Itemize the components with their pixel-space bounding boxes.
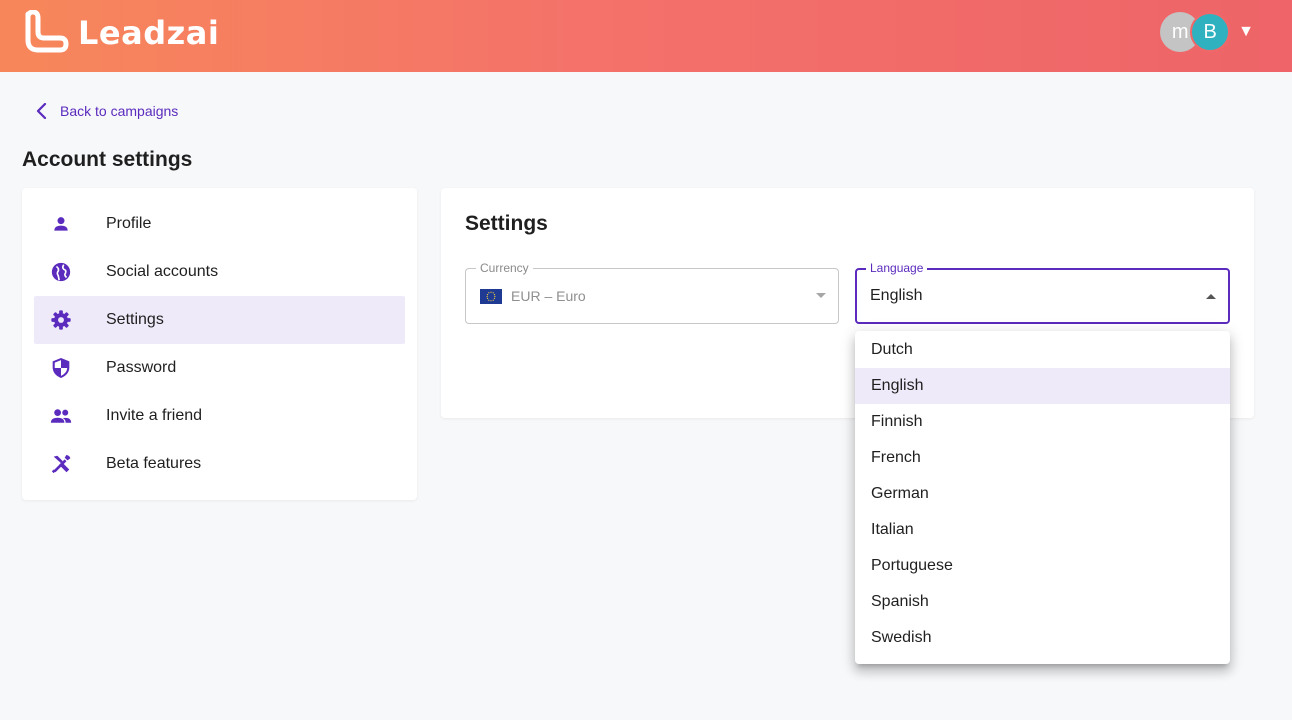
sidebar-item-profile[interactable]: Profile (34, 200, 405, 248)
brand-name: Leadzai (78, 14, 220, 52)
leadzai-logo-icon (25, 10, 69, 53)
sidebar-item-label: Settings (106, 311, 164, 328)
language-option-spanish[interactable]: Spanish (855, 584, 1230, 620)
language-label: Language (866, 261, 928, 275)
eu-flag-icon (480, 288, 502, 304)
language-option-swedish[interactable]: Swedish (855, 620, 1230, 656)
language-option-english[interactable]: English (855, 368, 1230, 404)
people-icon (50, 405, 72, 427)
language-select[interactable]: Language English (855, 261, 1230, 324)
sidebar-item-invite[interactable]: Invite a friend (34, 392, 405, 440)
dropdown-arrow-icon (816, 293, 826, 298)
back-to-campaigns-link[interactable]: Back to campaigns (36, 103, 178, 119)
language-option-finnish[interactable]: Finnish (855, 404, 1230, 440)
sidebar-item-settings[interactable]: Settings (34, 296, 405, 344)
language-value: English (870, 287, 923, 304)
user-menu[interactable]: m B ▼ (1160, 12, 1254, 52)
language-option-portuguese[interactable]: Portuguese (855, 548, 1230, 584)
language-option-dutch[interactable]: Dutch (855, 332, 1230, 368)
settings-title: Settings (465, 212, 548, 235)
caret-down-icon[interactable]: ▼ (1238, 23, 1254, 41)
page-title: Account settings (22, 148, 193, 171)
globe-icon (50, 261, 72, 283)
app-header: Leadzai m B ▼ (0, 0, 1292, 72)
brand-logo[interactable]: Leadzai (22, 10, 219, 56)
sidebar-item-label: Password (106, 359, 177, 376)
sidebar-item-label: Beta features (106, 455, 202, 472)
person-icon (50, 213, 72, 235)
gear-icon (50, 309, 72, 331)
sidebar-item-social-accounts[interactable]: Social accounts (34, 248, 405, 296)
sidebar-item-label: Invite a friend (106, 407, 203, 424)
dropdown-arrow-up-icon[interactable] (1206, 293, 1216, 299)
currency-label: Currency (476, 261, 533, 275)
language-dropdown-menu: Dutch English Finnish French German Ital… (855, 331, 1230, 664)
sidebar-item-beta-features[interactable]: Beta features (34, 440, 405, 488)
shield-icon (50, 357, 72, 379)
currency-select[interactable]: Currency EUR – Euro (465, 261, 839, 324)
avatar-primary[interactable]: B (1190, 12, 1231, 52)
back-link-label: Back to campaigns (60, 103, 179, 119)
chevron-left-icon (36, 103, 47, 119)
language-option-italian[interactable]: Italian (855, 512, 1230, 548)
sidebar-item-label: Social accounts (106, 263, 219, 280)
sidebar-item-label: Profile (106, 215, 152, 232)
language-option-german[interactable]: German (855, 476, 1230, 512)
settings-sidebar: Profile Social accounts Settings Passwor… (22, 188, 417, 500)
currency-value: EUR – Euro (511, 288, 586, 304)
language-option-french[interactable]: French (855, 440, 1230, 476)
sidebar-item-password[interactable]: Password (34, 344, 405, 392)
tools-icon (50, 453, 72, 475)
